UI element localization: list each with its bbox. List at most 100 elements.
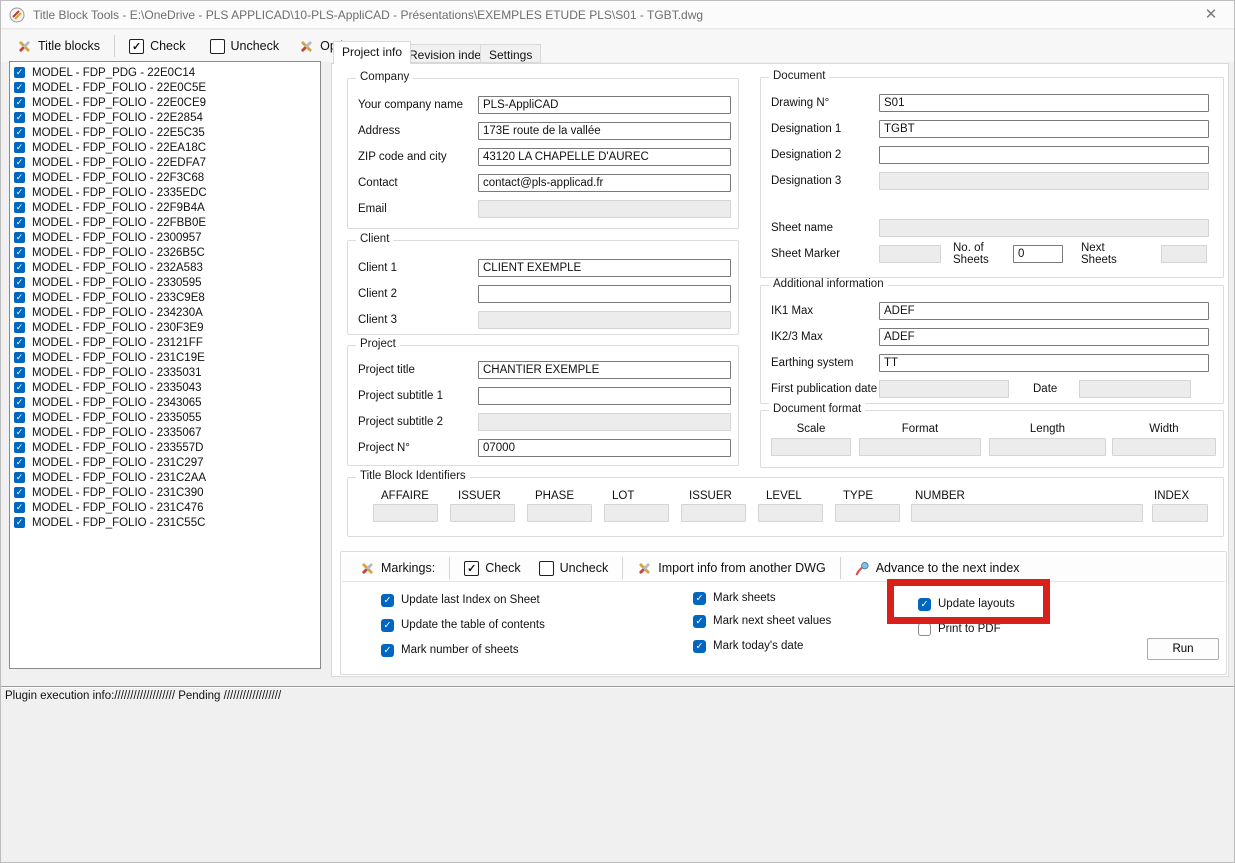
list-item[interactable]: MODEL - FDP_FOLIO - 22E5C35 <box>10 125 320 140</box>
tab-project-info[interactable]: Project info <box>333 41 411 64</box>
checkbox-checked-icon[interactable] <box>14 352 25 363</box>
earthing-system-input[interactable] <box>879 354 1209 372</box>
tab-settings[interactable]: Settings <box>480 44 541 63</box>
checkbox-checked-icon[interactable] <box>14 457 25 468</box>
list-item[interactable]: MODEL - FDP_FOLIO - 22E0CE9 <box>10 95 320 110</box>
import-dwg-button[interactable]: Import info from another DWG <box>631 558 831 579</box>
list-item[interactable]: MODEL - FDP_FOLIO - 22EDFA7 <box>10 155 320 170</box>
checkbox-checked-icon[interactable] <box>14 142 25 153</box>
checkbox-checked-icon[interactable] <box>14 187 25 198</box>
checkbox-checked-icon[interactable]: ✓ <box>129 39 144 54</box>
list-item[interactable]: MODEL - FDP_FOLIO - 22E2854 <box>10 110 320 125</box>
checkbox-unchecked-icon[interactable] <box>539 561 554 576</box>
advance-index-button[interactable]: Advance to the next index <box>849 558 1026 579</box>
contact-input[interactable] <box>478 174 731 192</box>
list-item[interactable]: MODEL - FDP_FOLIO - 2343065 <box>10 395 320 410</box>
client2-input[interactable] <box>478 285 731 303</box>
checkbox-checked-icon[interactable] <box>14 277 25 288</box>
list-item[interactable]: MODEL - FDP_FOLIO - 22E0C5E <box>10 80 320 95</box>
print-pdf-checkbox[interactable]: Print to PDF <box>918 622 1001 636</box>
checkbox-checked-icon[interactable] <box>14 487 25 498</box>
checkbox-checked-icon[interactable] <box>381 619 394 632</box>
title-blocks-button[interactable]: Title blocks <box>11 36 106 57</box>
mark-next-sheet-checkbox[interactable]: Mark next sheet values <box>693 614 831 628</box>
model-listbox[interactable]: MODEL - FDP_PDG - 22E0C14 MODEL - FDP_FO… <box>9 61 321 669</box>
list-item[interactable]: MODEL - FDP_FOLIO - 2326B5C <box>10 245 320 260</box>
checkbox-checked-icon[interactable] <box>14 442 25 453</box>
list-item[interactable]: MODEL - FDP_FOLIO - 2335055 <box>10 410 320 425</box>
designation1-input[interactable] <box>879 120 1209 138</box>
checkbox-checked-icon[interactable] <box>14 127 25 138</box>
list-item[interactable]: MODEL - FDP_FOLIO - 231C390 <box>10 485 320 500</box>
checkbox-checked-icon[interactable] <box>381 644 394 657</box>
list-item[interactable]: MODEL - FDP_FOLIO - 231C55C <box>10 515 320 530</box>
address-input[interactable] <box>478 122 731 140</box>
checkbox-unchecked-icon[interactable] <box>918 623 931 636</box>
zip-city-input[interactable] <box>478 148 731 166</box>
list-item[interactable]: MODEL - FDP_FOLIO - 22F3C68 <box>10 170 320 185</box>
checkbox-checked-icon[interactable] <box>14 502 25 513</box>
list-item[interactable]: MODEL - FDP_FOLIO - 2335067 <box>10 425 320 440</box>
checkbox-checked-icon[interactable] <box>14 112 25 123</box>
list-item[interactable]: MODEL - FDP_FOLIO - 2335EDC <box>10 185 320 200</box>
list-item[interactable]: MODEL - FDP_FOLIO - 231C476 <box>10 500 320 515</box>
checkbox-checked-icon[interactable] <box>14 307 25 318</box>
checkbox-checked-icon[interactable] <box>14 202 25 213</box>
checkbox-checked-icon[interactable] <box>14 247 25 258</box>
list-item[interactable]: MODEL - FDP_FOLIO - 232A583 <box>10 260 320 275</box>
list-item[interactable]: MODEL - FDP_FOLIO - 22EA18C <box>10 140 320 155</box>
company-name-input[interactable] <box>478 96 731 114</box>
project-title-input[interactable] <box>478 361 731 379</box>
list-item[interactable]: MODEL - FDP_FOLIO - 233557D <box>10 440 320 455</box>
uncheck-all-button[interactable]: Uncheck <box>204 36 286 57</box>
mark-sheets-checkbox[interactable]: Mark sheets <box>693 591 776 605</box>
checkbox-checked-icon[interactable] <box>693 592 706 605</box>
markings-check-button[interactable]: ✓ Check <box>458 558 526 579</box>
checkbox-checked-icon[interactable] <box>14 262 25 273</box>
checkbox-checked-icon[interactable] <box>14 472 25 483</box>
checkbox-checked-icon[interactable] <box>14 517 25 528</box>
ik23-max-input[interactable] <box>879 328 1209 346</box>
checkbox-checked-icon[interactable] <box>693 640 706 653</box>
list-item[interactable]: MODEL - FDP_PDG - 22E0C14 <box>10 65 320 80</box>
run-button[interactable]: Run <box>1147 638 1219 660</box>
client1-input[interactable] <box>478 259 731 277</box>
checkbox-checked-icon[interactable] <box>14 322 25 333</box>
list-item[interactable]: MODEL - FDP_FOLIO - 233C9E8 <box>10 290 320 305</box>
mark-today-checkbox[interactable]: Mark today's date <box>693 639 803 653</box>
checkbox-checked-icon[interactable] <box>14 232 25 243</box>
drawing-number-input[interactable] <box>879 94 1209 112</box>
list-item[interactable]: MODEL - FDP_FOLIO - 22F9B4A <box>10 200 320 215</box>
project-number-input[interactable] <box>478 439 731 457</box>
checkbox-checked-icon[interactable] <box>14 217 25 228</box>
checkbox-checked-icon[interactable] <box>14 97 25 108</box>
close-icon[interactable]: ✕ <box>1200 5 1222 25</box>
update-last-index-checkbox[interactable]: Update last Index on Sheet <box>381 593 540 607</box>
checkbox-checked-icon[interactable] <box>14 337 25 348</box>
no-of-sheets-input[interactable] <box>1013 245 1063 263</box>
check-all-button[interactable]: ✓ Check <box>123 36 191 57</box>
markings-button[interactable]: Markings: <box>354 558 441 579</box>
checkbox-checked-icon[interactable] <box>14 292 25 303</box>
checkbox-checked-icon[interactable] <box>14 412 25 423</box>
checkbox-checked-icon[interactable] <box>14 367 25 378</box>
checkbox-checked-icon[interactable] <box>14 67 25 78</box>
designation2-input[interactable] <box>879 146 1209 164</box>
ik1-max-input[interactable] <box>879 302 1209 320</box>
checkbox-checked-icon[interactable] <box>14 397 25 408</box>
checkbox-checked-icon[interactable] <box>14 172 25 183</box>
markings-uncheck-button[interactable]: Uncheck <box>533 558 615 579</box>
update-toc-checkbox[interactable]: Update the table of contents <box>381 618 545 632</box>
checkbox-unchecked-icon[interactable] <box>210 39 225 54</box>
list-item[interactable]: MODEL - FDP_FOLIO - 234230A <box>10 305 320 320</box>
list-item[interactable]: MODEL - FDP_FOLIO - 231C2AA <box>10 470 320 485</box>
checkbox-checked-icon[interactable] <box>14 427 25 438</box>
list-item[interactable]: MODEL - FDP_FOLIO - 231C19E <box>10 350 320 365</box>
list-item[interactable]: MODEL - FDP_FOLIO - 230F3E9 <box>10 320 320 335</box>
list-item[interactable]: MODEL - FDP_FOLIO - 2335031 <box>10 365 320 380</box>
list-item[interactable]: MODEL - FDP_FOLIO - 23121FF <box>10 335 320 350</box>
checkbox-checked-icon[interactable]: ✓ <box>464 561 479 576</box>
list-item[interactable]: MODEL - FDP_FOLIO - 2335043 <box>10 380 320 395</box>
checkbox-checked-icon[interactable] <box>14 82 25 93</box>
list-item[interactable]: MODEL - FDP_FOLIO - 2330595 <box>10 275 320 290</box>
